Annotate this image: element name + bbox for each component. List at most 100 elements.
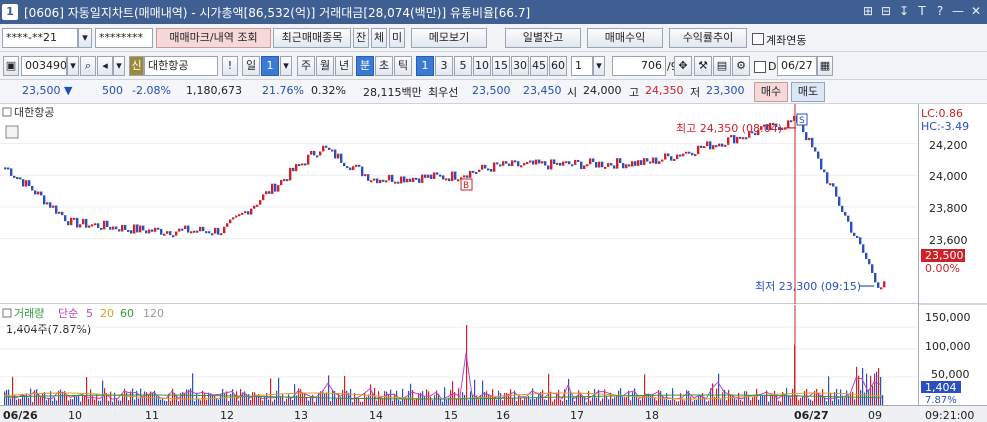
candle <box>442 175 445 180</box>
volume-bar <box>156 395 158 405</box>
price-pane[interactable]: 대한항공 최고 24,350 (08:04) 최저 23,300 (09:15)… <box>0 104 918 304</box>
minimize-icon[interactable]: — <box>951 3 965 19</box>
font-icon[interactable]: T <box>915 3 929 19</box>
buy-button[interactable]: 매수 <box>754 82 788 102</box>
interval-10-button[interactable]: 10 <box>473 56 491 76</box>
help-icon[interactable]: ? <box>933 3 947 19</box>
account-link-checkbox[interactable] <box>752 33 764 45</box>
save-icon[interactable]: ▤ <box>713 56 731 76</box>
tile-icon[interactable]: ⊞ <box>861 3 875 19</box>
symbol-toolbar: ▣ 003490 ▾ ⌕ ◂ ▾ 신 대한항공 ! 일 1 ▾ 주 월 년 분 … <box>0 52 987 80</box>
candle <box>82 218 85 225</box>
credit-badge: 신 <box>129 56 144 76</box>
account-toolbar: ****-**21 ▾ ******** 매매마크/내역 조회 최근매매종목 잔… <box>0 24 987 52</box>
pin-icon[interactable]: ↧ <box>897 3 911 19</box>
sell-button[interactable]: 매도 <box>791 82 825 102</box>
chevron-down-icon[interactable]: ▾ <box>280 56 292 76</box>
tools-icon[interactable]: ⚒ <box>694 56 712 76</box>
candle <box>541 161 544 164</box>
candle <box>154 227 157 232</box>
interval-input[interactable]: 1 <box>571 56 593 76</box>
period-day-button[interactable]: 일 <box>242 56 260 76</box>
volume-bar <box>472 394 474 405</box>
period-month-button[interactable]: 월 <box>316 56 334 76</box>
period-value[interactable]: 1 <box>261 56 279 76</box>
chevron-down-icon[interactable]: ▾ <box>593 56 605 76</box>
interval-60-button[interactable]: 60 <box>549 56 567 76</box>
candle <box>349 167 352 171</box>
period-minute-button[interactable]: 분 <box>356 56 374 76</box>
trade-profit-button[interactable]: 매매수익 <box>587 28 663 48</box>
account-select[interactable]: ****-**21 <box>2 28 78 48</box>
chevron-down-icon[interactable]: ▾ <box>67 56 79 76</box>
grid-icon[interactable] <box>5 125 19 139</box>
volume-chart: 거래량 단순 5 20 60 120 1,404주(7.87%) <box>0 305 918 405</box>
date-input[interactable]: 06/27 <box>777 56 817 76</box>
candle <box>634 161 637 166</box>
executed-button[interactable]: 체 <box>371 28 387 48</box>
candle <box>223 226 226 234</box>
volume-bar <box>582 396 584 405</box>
candle <box>745 137 748 140</box>
interval-1-button[interactable]: 1 <box>416 56 434 76</box>
daily-balance-button[interactable]: 일별잔고 <box>505 28 581 48</box>
candle <box>697 145 700 155</box>
candle <box>706 141 709 147</box>
stock-code-input[interactable]: 003490 <box>21 56 67 76</box>
period-year-button[interactable]: 년 <box>335 56 353 76</box>
stock-name-field[interactable]: 대한항공 <box>144 56 218 76</box>
speaker-icon[interactable]: ◂ <box>97 56 113 76</box>
candle <box>709 141 712 150</box>
interval-5-button[interactable]: 5 <box>454 56 472 76</box>
candle <box>439 174 442 177</box>
grid-icon[interactable]: ▣ <box>3 56 19 76</box>
interval-3-button[interactable]: 3 <box>435 56 453 76</box>
balance-button[interactable]: 잔 <box>353 28 369 48</box>
volume-bar <box>236 391 238 405</box>
volume-bar <box>846 390 848 405</box>
interval-45-button[interactable]: 45 <box>530 56 548 76</box>
candle <box>64 215 67 222</box>
calendar-icon[interactable]: ▦ <box>817 56 833 76</box>
volume-bar <box>770 395 772 405</box>
crosshair-icon[interactable]: ✥ <box>674 56 692 76</box>
trade-mark-button[interactable]: 매매마크/내역 조회 <box>156 28 271 48</box>
candle <box>448 178 451 182</box>
period-second-button[interactable]: 초 <box>375 56 393 76</box>
candle <box>844 211 847 216</box>
volume-pane[interactable]: 거래량 단순 5 20 60 120 1,404주(7.87%) <box>0 305 918 405</box>
candle <box>514 160 517 163</box>
interval-15-button[interactable]: 15 <box>492 56 510 76</box>
date-checkbox[interactable] <box>754 61 766 73</box>
candle <box>184 225 187 230</box>
volume-bar <box>802 396 804 405</box>
period-tick-button[interactable]: 틱 <box>394 56 412 76</box>
volume-bar <box>288 394 290 405</box>
chevron-down-icon[interactable]: ▾ <box>78 28 92 48</box>
unexecuted-button[interactable]: 미 <box>389 28 405 48</box>
alert-button[interactable]: ! <box>222 56 238 76</box>
candle <box>325 145 328 148</box>
chevron-down-icon[interactable]: ▾ <box>113 56 125 76</box>
split-icon[interactable]: ⊟ <box>879 3 893 19</box>
buy-marker: B <box>463 181 469 191</box>
interval-30-button[interactable]: 30 <box>511 56 529 76</box>
count-input[interactable]: 706 <box>612 56 666 76</box>
close-icon[interactable]: ✕ <box>969 3 983 19</box>
memo-button[interactable]: 메모보기 <box>411 28 487 48</box>
volume-bar <box>86 377 88 405</box>
volume-bar <box>592 397 594 405</box>
candle <box>835 186 838 197</box>
password-field[interactable]: ******** <box>95 28 153 48</box>
recent-trades-button[interactable]: 최근매매종목 <box>273 28 351 48</box>
candle <box>742 137 745 140</box>
candle <box>361 166 364 177</box>
search-icon[interactable]: ⌕ <box>80 56 96 76</box>
candle <box>46 202 49 205</box>
date-12: 12 <box>220 409 234 422</box>
candle <box>583 165 586 169</box>
candle <box>379 179 382 184</box>
period-week-button[interactable]: 주 <box>297 56 315 76</box>
gear-icon[interactable]: ⚙ <box>732 56 750 76</box>
return-trend-button[interactable]: 수익률추이 <box>669 28 747 48</box>
